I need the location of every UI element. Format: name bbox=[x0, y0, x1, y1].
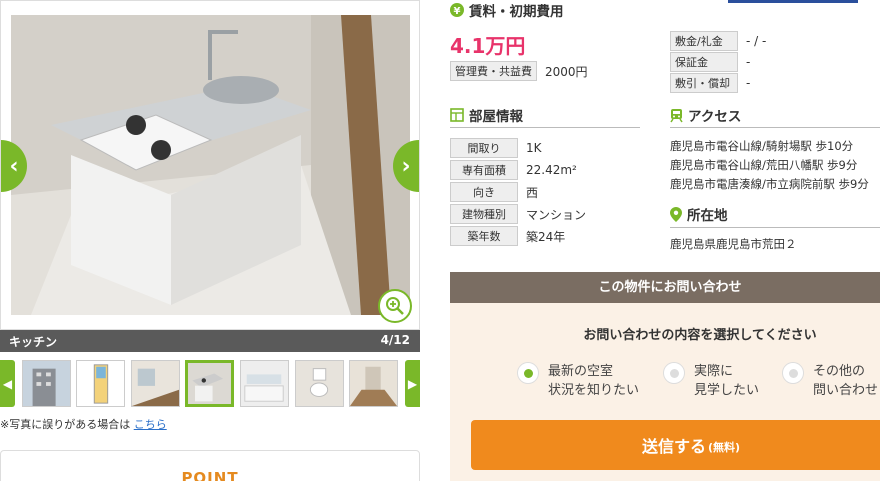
photo-caption: キッチン bbox=[9, 335, 58, 349]
room-value: マンション bbox=[526, 207, 587, 222]
mgmt-fee-row: 管理費・共益費 2000円 bbox=[450, 61, 588, 81]
room-label: 専有面積 bbox=[450, 160, 518, 180]
access-line: 鹿児島市電谷山線/荒田八幡駅 歩9分 bbox=[670, 158, 858, 172]
deposit-label: 敷金/礼金 bbox=[670, 31, 738, 51]
report-link[interactable]: こちら bbox=[134, 418, 167, 431]
keymoney-row: 敷引・償却 - bbox=[670, 73, 750, 93]
point-heading: POINT bbox=[181, 469, 239, 481]
deposit-value: - / - bbox=[746, 34, 767, 48]
access-divider bbox=[670, 127, 880, 128]
option-label: その他の 問い合わせ bbox=[813, 364, 879, 398]
room-label: 向き bbox=[450, 182, 518, 202]
zoom-in-icon bbox=[386, 297, 404, 315]
room-label: 間取り bbox=[450, 138, 518, 158]
thumb-next-button[interactable]: ▶ bbox=[405, 360, 420, 407]
keymoney-value: - bbox=[746, 76, 751, 90]
submit-label: 送信する bbox=[641, 437, 706, 456]
train-icon bbox=[670, 108, 683, 123]
zoom-button[interactable] bbox=[378, 289, 412, 323]
room-info-divider bbox=[450, 127, 640, 128]
guarantee-row: 保証金 - bbox=[670, 52, 750, 72]
submit-button[interactable]: 送信する (無料) bbox=[471, 420, 880, 470]
thumbnail-kitchen[interactable] bbox=[185, 360, 234, 407]
location-divider bbox=[670, 227, 880, 228]
yen-icon: ¥ bbox=[450, 3, 464, 17]
inquiry-option-viewing[interactable]: 実際に 見学したい bbox=[663, 362, 759, 400]
deposit-row: 敷金/礼金 - / - bbox=[670, 31, 766, 51]
room-row: 築年数 築24年 bbox=[450, 226, 565, 246]
mgmt-fee-value: 2000円 bbox=[545, 64, 588, 79]
location-heading: 所在地 bbox=[670, 204, 728, 224]
radio-button-selected[interactable] bbox=[517, 362, 539, 384]
thumbnail-strip: ◀ ▶ bbox=[0, 357, 420, 410]
floorplan-icon bbox=[450, 108, 464, 122]
access-line: 鹿児島市電谷山線/騎射場駅 歩10分 bbox=[670, 139, 854, 153]
fees-heading: ¥ 賃料・初期費用 bbox=[450, 0, 564, 20]
room-row: 向き 西 bbox=[450, 182, 538, 202]
option-label: 最新の空室 状況を知りたい bbox=[548, 364, 640, 398]
guarantee-value: - bbox=[746, 55, 751, 69]
option-label: 実際に 見学したい bbox=[694, 364, 760, 398]
address: 鹿児島県鹿児島市荒田２ bbox=[670, 237, 797, 251]
room-label: 築年数 bbox=[450, 226, 518, 246]
photo-counter: 4/12 bbox=[380, 333, 410, 347]
point-section: POINT bbox=[0, 450, 420, 481]
top-accent-bar bbox=[728, 0, 858, 3]
access-line: 鹿児島市電唐湊線/市立病院前駅 歩9分 bbox=[670, 177, 869, 191]
thumbnail-toilet[interactable] bbox=[295, 360, 344, 407]
contact-form: この物件にお問い合わせ お問い合わせの内容を選択してください 最新の空室 状況を… bbox=[450, 272, 880, 481]
inquiry-option-vacancy[interactable]: 最新の空室 状況を知りたい bbox=[517, 362, 639, 400]
thumbnail-bath[interactable] bbox=[240, 360, 289, 407]
room-value: 西 bbox=[526, 185, 539, 200]
mgmt-fee-label: 管理費・共益費 bbox=[450, 61, 537, 81]
room-info-heading: 部屋情報 bbox=[450, 105, 523, 125]
guarantee-label: 保証金 bbox=[670, 52, 738, 72]
keymoney-label: 敷引・償却 bbox=[670, 73, 738, 93]
radio-button[interactable] bbox=[782, 362, 804, 384]
contact-question: お問い合わせの内容を選択してください bbox=[583, 328, 817, 343]
room-value: 22.42m² bbox=[526, 163, 577, 177]
svg-text:¥: ¥ bbox=[454, 6, 461, 17]
photo-caption-bar: キッチン 4/12 bbox=[0, 330, 420, 352]
inquiry-option-other[interactable]: その他の 問い合わせ bbox=[782, 362, 878, 400]
room-value: 築24年 bbox=[526, 229, 566, 244]
contact-heading: この物件にお問い合わせ bbox=[450, 272, 880, 303]
room-row: 間取り 1K bbox=[450, 138, 542, 158]
thumbnail-hallway[interactable] bbox=[349, 360, 398, 407]
access-heading: アクセス bbox=[670, 105, 741, 125]
photo-error-report: ※写真に誤りがある場合は こちら bbox=[0, 416, 167, 432]
thumbnail-room[interactable] bbox=[131, 360, 180, 407]
thumb-prev-button[interactable]: ◀ bbox=[0, 360, 15, 407]
map-pin-icon bbox=[670, 206, 682, 222]
room-row: 建物種別 マンション bbox=[450, 204, 586, 224]
room-row: 専有面積 22.42m² bbox=[450, 160, 577, 180]
room-label: 建物種別 bbox=[450, 204, 518, 224]
rent-price: 4.1万円 bbox=[450, 34, 526, 58]
radio-button[interactable] bbox=[663, 362, 685, 384]
main-photo-kitchen[interactable] bbox=[11, 15, 410, 315]
room-value: 1K bbox=[526, 141, 542, 155]
photo-gallery: ‹ › bbox=[0, 0, 420, 330]
thumbnail-exterior[interactable] bbox=[22, 360, 71, 407]
submit-note: (無料) bbox=[707, 440, 741, 454]
thumbnail-floorplan[interactable] bbox=[76, 360, 125, 407]
report-text: ※写真に誤りがある場合は bbox=[0, 418, 131, 431]
